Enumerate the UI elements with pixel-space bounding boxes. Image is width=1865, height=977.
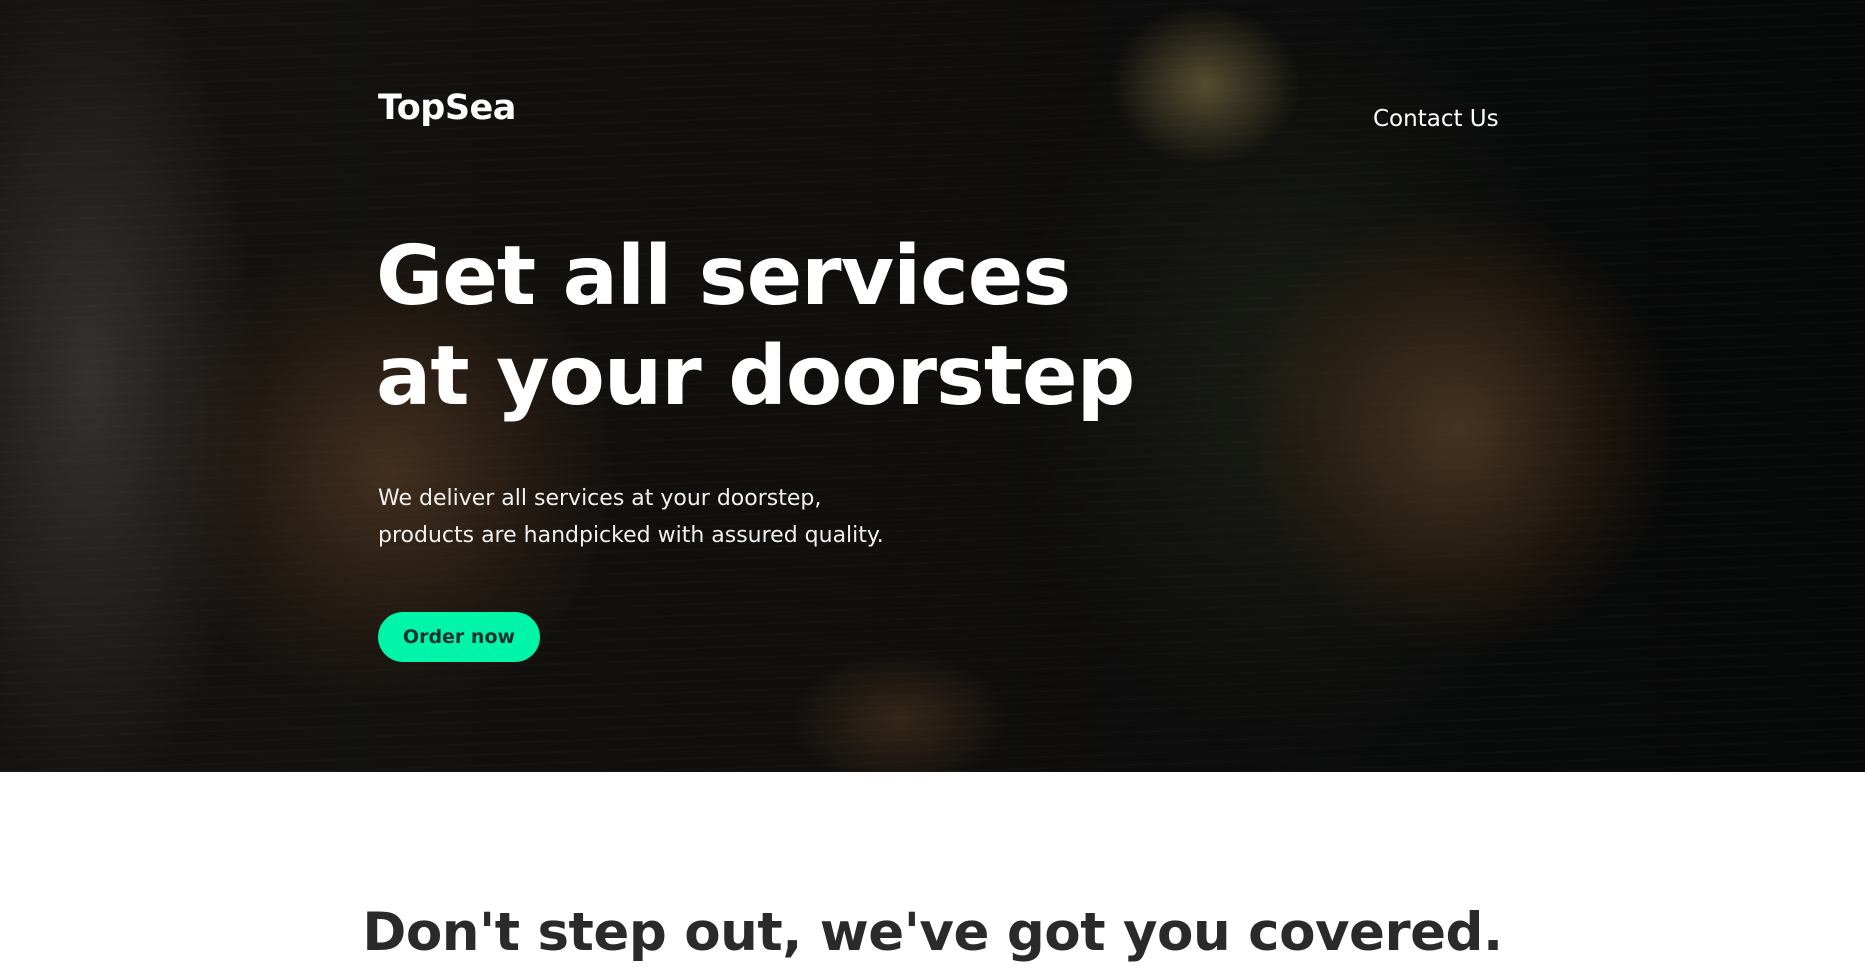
hero-subtext-line1: We deliver all services at your doorstep…	[378, 486, 822, 511]
brand-logo[interactable]: TopSea	[378, 88, 516, 128]
contact-us-link[interactable]: Contact Us	[1373, 106, 1499, 132]
hero-headline: Get all services at your doorstep	[376, 227, 1135, 427]
hero-headline-line2: at your doorstep	[376, 329, 1135, 424]
hero-subtext-line2: products are handpicked with assured qua…	[378, 523, 884, 548]
hero-section: TopSea Contact Us Get all services at yo…	[0, 0, 1865, 772]
hero-headline-line1: Get all services	[376, 229, 1071, 324]
hero-subtext: We deliver all services at your doorstep…	[378, 480, 884, 554]
section-heading: Don't step out, we've got you covered.	[362, 902, 1503, 963]
order-now-button[interactable]: Order now	[378, 612, 540, 662]
